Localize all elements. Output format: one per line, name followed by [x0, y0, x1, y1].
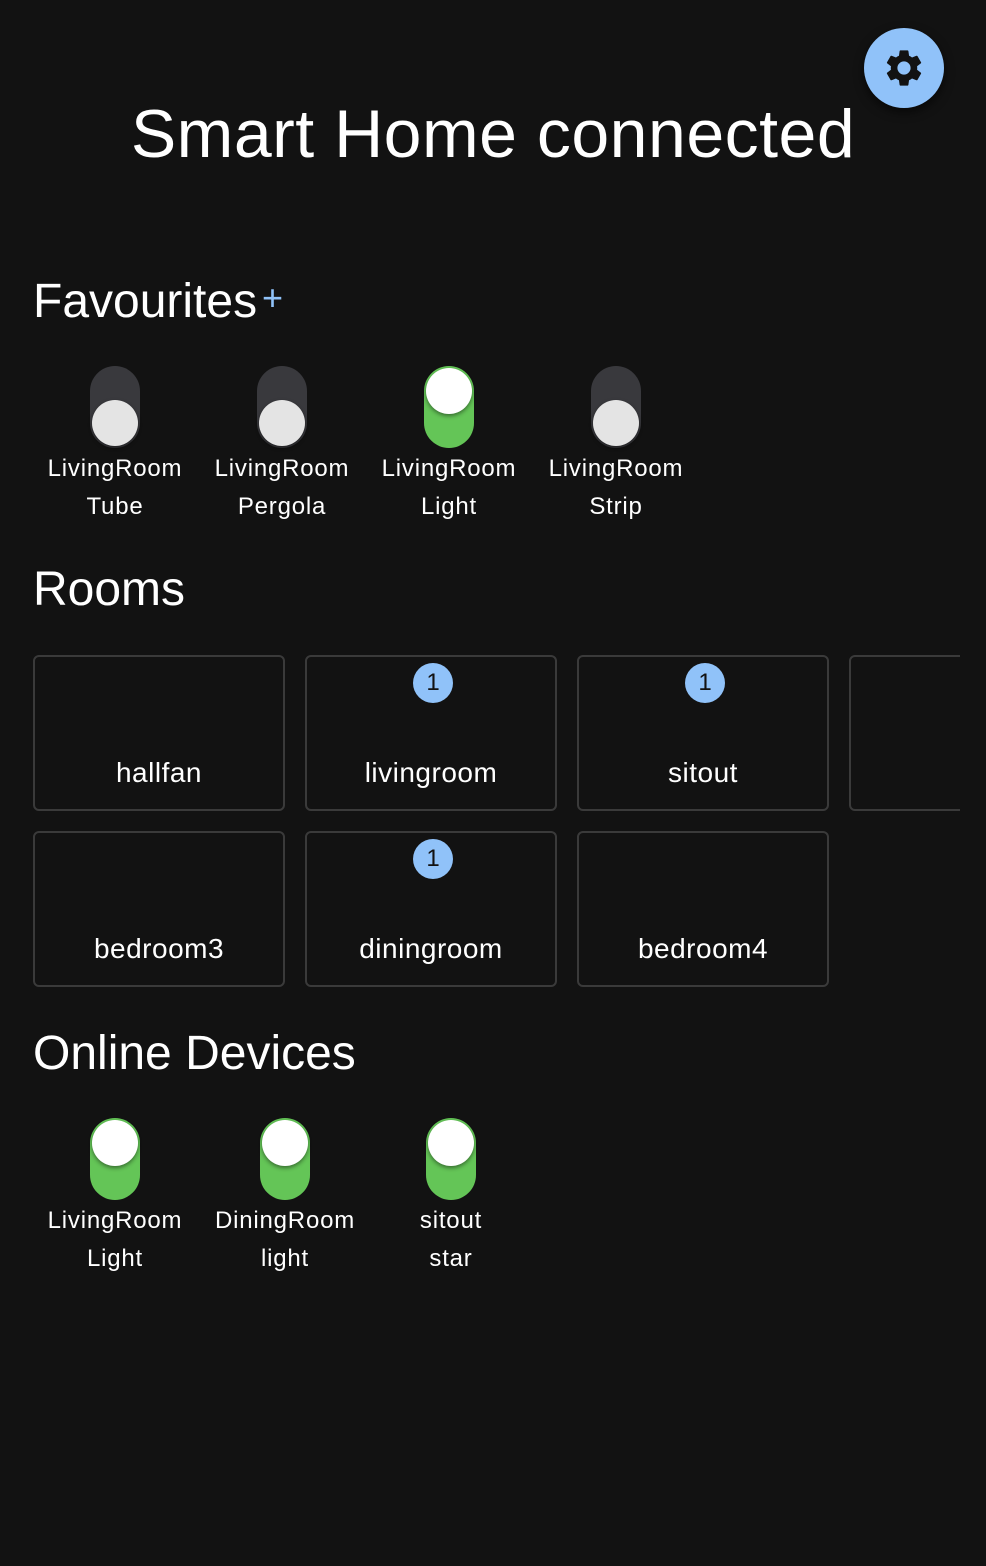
device-name-line1: DiningRoom — [214, 1207, 356, 1234]
device-name-line2: star — [429, 1245, 473, 1272]
room-card[interactable]: 1 livingroom — [305, 655, 557, 811]
room-card[interactable]: bedroom3 — [33, 831, 285, 987]
toggle-knob — [92, 1120, 138, 1166]
room-name: diningroom — [359, 933, 503, 964]
room-device-count-badge: 1 — [413, 663, 453, 703]
device-name-line1: sitout — [419, 1207, 483, 1234]
room-name: hallfan — [115, 757, 202, 788]
room-name: livingroom — [364, 757, 498, 788]
room-card[interactable]: ba — [849, 655, 960, 811]
room-card[interactable]: hallfan — [33, 655, 285, 811]
device-toggle[interactable] — [90, 1118, 140, 1200]
toggle-knob — [428, 1120, 474, 1166]
device-name: sitout star — [366, 1202, 536, 1278]
device-toggle[interactable] — [426, 1118, 476, 1200]
room-card[interactable]: 1 sitout — [577, 655, 829, 811]
device-name-line2: Light — [86, 1245, 144, 1272]
online-device[interactable]: LivingRoom Light — [30, 1118, 200, 1278]
room-name: bedroom4 — [637, 933, 769, 964]
toggle-knob — [262, 1120, 308, 1166]
room-device-count-badge: 1 — [685, 663, 725, 703]
room-name: bedroom3 — [93, 933, 225, 964]
device-toggle[interactable] — [260, 1118, 310, 1200]
device-name: DiningRoom light — [200, 1202, 370, 1278]
room-name: ba — [851, 755, 960, 791]
rooms-grid: hallfan 1 livingroom 1 sitout ba bedroom… — [0, 0, 960, 1000]
device-name: LivingRoom Light — [30, 1202, 200, 1278]
online-devices-heading: Online Devices — [33, 1027, 356, 1080]
room-card[interactable]: bedroom4 — [577, 831, 829, 987]
online-devices-list: LivingRoom Light DiningRoom light sitout… — [0, 1118, 986, 1288]
room-device-count-badge: 1 — [413, 839, 453, 879]
smart-home-screen: Smart Home connected Favourites + Living… — [0, 0, 986, 1566]
room-name: sitout — [668, 757, 738, 788]
online-device[interactable]: sitout star — [366, 1118, 536, 1278]
device-name-line2: light — [260, 1245, 310, 1272]
online-device[interactable]: DiningRoom light — [200, 1118, 370, 1278]
room-card[interactable]: 1 diningroom — [305, 831, 557, 987]
device-name-line1: LivingRoom — [47, 1207, 183, 1234]
